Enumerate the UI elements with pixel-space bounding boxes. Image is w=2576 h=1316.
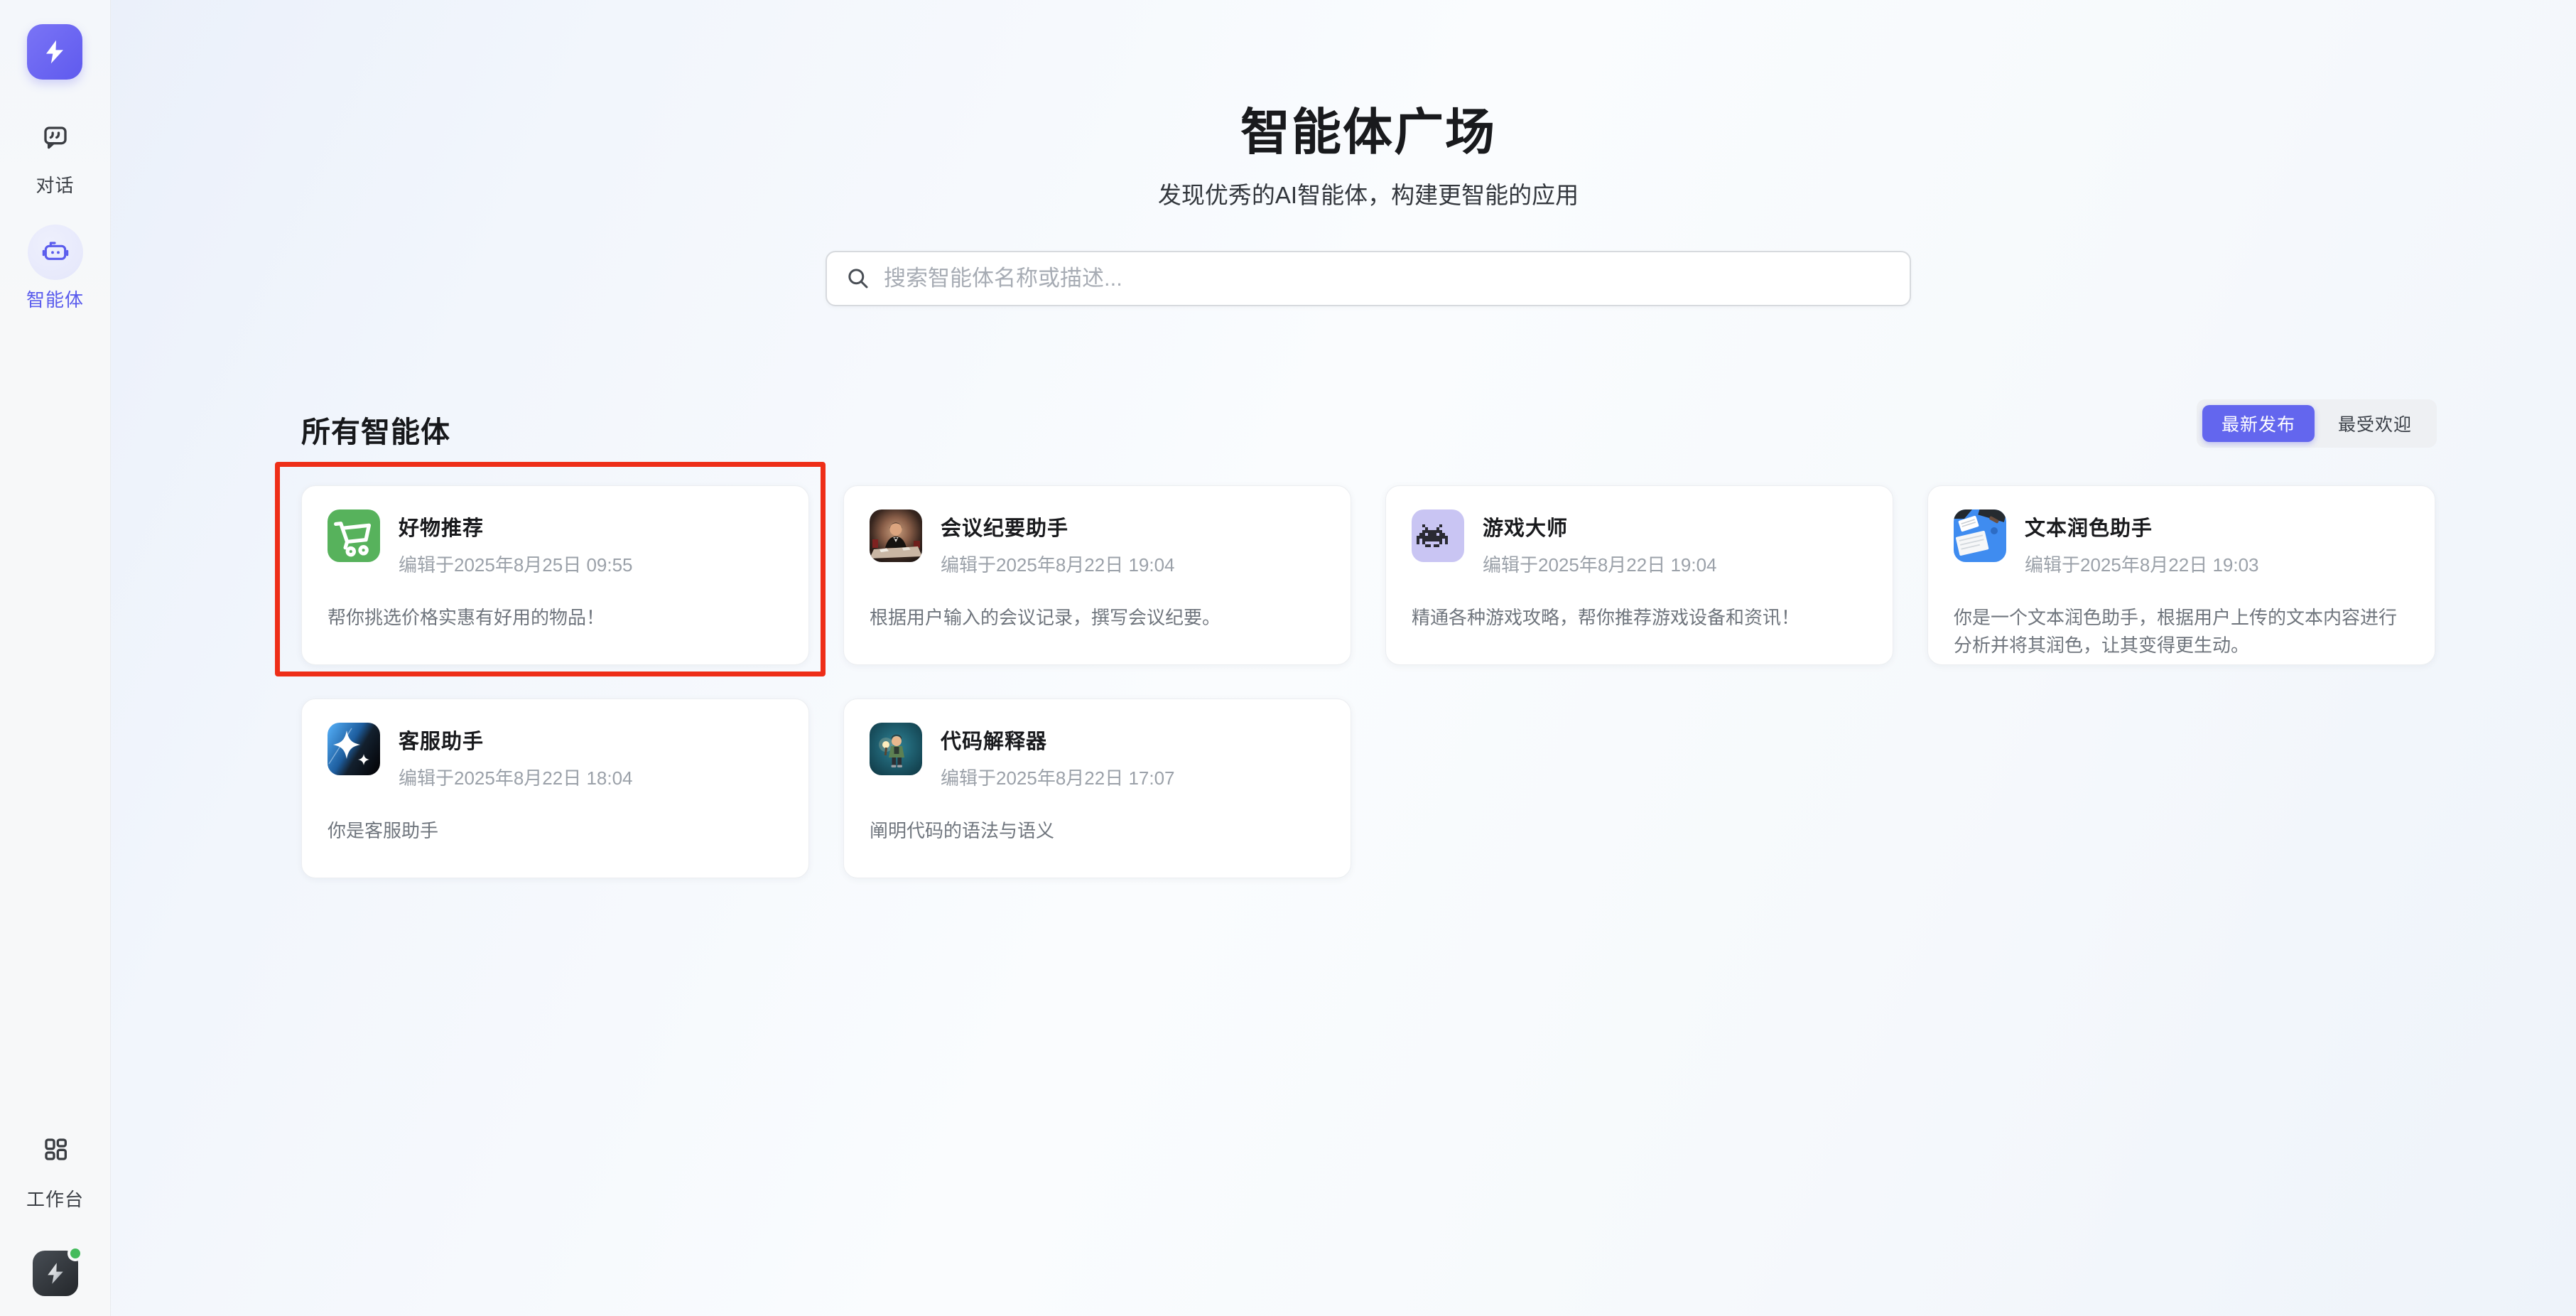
agent-edited-time: 编辑于2025年8月22日 18:04: [399, 764, 633, 790]
sidebar: 对话 智能体 工作台: [0, 0, 111, 1316]
agent-description: 你是一个文本润色助手，根据用户上传的文本内容进行分析并将其润色，让其变得更生动。: [1954, 604, 2409, 659]
agent-card-customer-service[interactable]: 客服助手 编辑于2025年8月22日 18:04 你是客服助手: [301, 699, 809, 878]
sidebar-item-agents-label: 智能体: [26, 286, 84, 312]
online-status-dot: [67, 1246, 83, 1261]
search-bar: [826, 251, 1911, 306]
sidebar-item-workbench[interactable]: 工作台: [0, 1136, 110, 1212]
shopping-cart-icon: [328, 509, 380, 562]
sort-tab-latest[interactable]: 最新发布: [2202, 405, 2315, 442]
page-title: 智能体广场: [301, 92, 2435, 164]
agent-edited-time: 编辑于2025年8月22日 17:07: [941, 764, 1175, 790]
robot-icon: [28, 225, 83, 280]
sidebar-item-workbench-label: 工作台: [26, 1185, 84, 1212]
agent-card-grid: 好物推荐 编辑于2025年8月25日 09:55 帮你挑选价格实惠有好用的物品！: [301, 485, 2435, 878]
page-subtitle: 发现优秀的AI智能体，构建更智能的应用: [301, 176, 2435, 210]
lightning-icon: [40, 38, 69, 66]
sidebar-item-chat[interactable]: 对话: [0, 123, 110, 198]
agent-edited-time: 编辑于2025年8月25日 09:55: [399, 551, 633, 577]
meeting-photo-icon: [870, 509, 922, 562]
sidebar-item-agents[interactable]: 智能体: [0, 225, 110, 312]
agent-edited-time: 编辑于2025年8月22日 19:03: [2025, 551, 2259, 577]
agent-description: 精通各种游戏攻略，帮你推荐游戏设备和资讯！: [1412, 604, 1867, 632]
agent-card-text-polish[interactable]: 文本润色助手 编辑于2025年8月22日 19:03 你是一个文本润色助手，根据…: [1927, 485, 2435, 665]
agent-title: 文本润色助手: [2025, 512, 2259, 541]
lightning-avatar-icon: [43, 1261, 68, 1286]
agent-description: 阐明代码的语法与语义: [870, 817, 1325, 845]
chat-bubble-icon: [41, 123, 70, 151]
grid-icon: [41, 1136, 70, 1164]
text-polish-photo-icon: [1954, 509, 2006, 562]
app-logo[interactable]: [27, 24, 82, 80]
game-invader-icon: [1412, 509, 1464, 562]
agent-title: 游戏大师: [1483, 512, 1717, 541]
agent-title: 好物推荐: [399, 512, 633, 541]
code-boy-photo-icon: [870, 723, 922, 775]
search-icon: [845, 266, 871, 291]
agent-description: 根据用户输入的会议记录，撰写会议纪要。: [870, 604, 1325, 632]
sort-segment-control: 最新发布 最受欢迎: [2197, 399, 2437, 448]
agent-edited-time: 编辑于2025年8月22日 19:04: [1483, 551, 1717, 577]
agent-title: 客服助手: [399, 725, 633, 755]
agent-description: 帮你挑选价格实惠有好用的物品！: [328, 604, 783, 632]
agent-title: 代码解释器: [941, 725, 1175, 755]
agent-card-game-master[interactable]: 游戏大师 编辑于2025年8月22日 19:04 精通各种游戏攻略，帮你推荐游戏…: [1385, 485, 1893, 665]
agent-card-product-picks[interactable]: 好物推荐 编辑于2025年8月25日 09:55 帮你挑选价格实惠有好用的物品！: [301, 485, 809, 665]
sort-tab-popular[interactable]: 最受欢迎: [2319, 405, 2431, 442]
user-avatar[interactable]: [33, 1251, 78, 1296]
agent-edited-time: 编辑于2025年8月22日 19:04: [941, 551, 1175, 577]
agent-title: 会议纪要助手: [941, 512, 1175, 541]
agent-description: 你是客服助手: [328, 817, 783, 845]
search-input[interactable]: [884, 266, 1891, 291]
sparkle-star-icon: [328, 723, 380, 775]
section-title: 所有智能体: [301, 408, 450, 451]
sidebar-item-chat-label: 对话: [36, 171, 74, 198]
agent-card-code-interpreter[interactable]: 代码解释器 编辑于2025年8月22日 17:07 阐明代码的语法与语义: [843, 699, 1351, 878]
agent-card-meeting-notes[interactable]: 会议纪要助手 编辑于2025年8月22日 19:04 根据用户输入的会议记录，撰…: [843, 485, 1351, 665]
